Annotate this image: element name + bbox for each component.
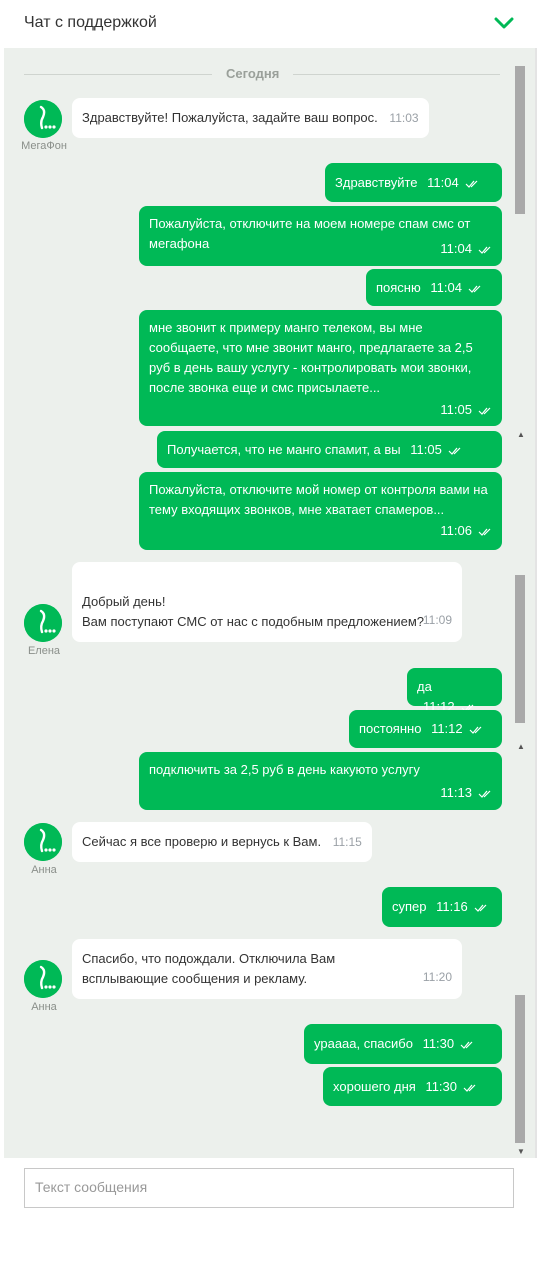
message-text: мне звонит к примеру манго телеком, вы м… bbox=[149, 320, 473, 395]
chat-title: Чат с поддержкой bbox=[24, 14, 157, 31]
message-text: постоянно bbox=[359, 721, 422, 736]
double-check-icon bbox=[478, 246, 491, 254]
double-check-icon bbox=[465, 180, 478, 188]
double-check-icon bbox=[460, 1041, 473, 1049]
message-text: Добрый день! Вам поступают СМС от нас с … bbox=[82, 594, 425, 629]
message-bubble-outgoing: да 11:12 bbox=[407, 668, 502, 714]
double-check-icon bbox=[448, 447, 461, 455]
message-bubble-outgoing: мне звонит к примеру манго телеком, вы м… bbox=[139, 310, 502, 426]
double-check-icon bbox=[478, 407, 491, 415]
message-text: Получается, что не манго спамит, а вы bbox=[167, 442, 401, 457]
message-time: 11:16 bbox=[436, 899, 468, 914]
message-text: Пожалуйста, отключите мой номер от контр… bbox=[149, 482, 488, 517]
author-name: Анна bbox=[31, 1001, 57, 1013]
support-agent-avatar-icon bbox=[24, 823, 62, 861]
message-bubble-outgoing: хорошего дня 11:30 bbox=[323, 1067, 502, 1106]
message-text: хорошего дня bbox=[333, 1079, 416, 1094]
message-text: урaaaa, спасибо bbox=[314, 1036, 413, 1051]
double-check-icon bbox=[463, 1084, 476, 1092]
message-bubble-outgoing: супер 11:16 bbox=[382, 887, 502, 927]
megafon-avatar-icon bbox=[24, 100, 62, 138]
message-input[interactable]: Текст сообщения bbox=[24, 1168, 514, 1208]
message-time: 11:13 bbox=[440, 785, 472, 800]
chat-header[interactable]: Чат с поддержкой bbox=[2, 0, 537, 48]
message-text: поясню bbox=[376, 280, 421, 295]
author-name: Елена bbox=[27, 645, 61, 657]
double-check-icon bbox=[468, 285, 481, 293]
date-divider: Сегодня bbox=[212, 66, 294, 81]
message-text: Здравствуйте bbox=[335, 175, 418, 190]
message-time: 11:05 bbox=[410, 442, 442, 457]
double-check-icon bbox=[478, 528, 491, 536]
scroll-up-arrow-icon[interactable]: ▲ bbox=[515, 742, 527, 752]
message-time: 11:06 bbox=[440, 523, 472, 538]
message-time: 11:09 bbox=[422, 613, 452, 627]
message-text: да bbox=[417, 679, 432, 694]
message-time: 11:04 bbox=[427, 175, 459, 190]
message-time: 11:20 bbox=[422, 970, 452, 984]
message-input-placeholder: Текст сообщения bbox=[35, 1179, 148, 1195]
chevron-down-icon[interactable] bbox=[493, 13, 515, 33]
message-bubble-incoming: Спасибо, что подождали. Отключила Вам вс… bbox=[72, 939, 462, 999]
message-bubble-outgoing: Пожалуйста, отключите на моем номере спа… bbox=[139, 206, 502, 266]
scroll-up-arrow-icon[interactable]: ▲ bbox=[515, 430, 527, 440]
message-bubble-outgoing: постоянно 11:12 bbox=[349, 710, 502, 748]
double-check-icon bbox=[469, 726, 482, 734]
scrollbar-thumb[interactable] bbox=[515, 575, 525, 723]
message-bubble-outgoing: Здравствуйте 11:04 bbox=[325, 163, 502, 202]
message-bubble-outgoing: Пожалуйста, отключите мой номер от контр… bbox=[139, 472, 502, 550]
support-agent-avatar-icon bbox=[24, 960, 62, 998]
composer: Текст сообщения bbox=[2, 1158, 537, 1222]
message-text: Спасибо, что подождали. Отключила Вам вс… bbox=[82, 951, 336, 986]
author-name: МегаФон bbox=[21, 140, 67, 152]
message-time: 11:04 bbox=[440, 241, 472, 256]
scroll-down-arrow-icon[interactable]: ▼ bbox=[515, 1147, 527, 1157]
message-time: 11:30 bbox=[425, 1079, 458, 1094]
message-text: подключить за 2,5 руб в день какуюто усл… bbox=[149, 762, 420, 777]
message-bubble-outgoing: Получается, что не манго спамит, а вы 11… bbox=[157, 431, 502, 468]
message-bubble-incoming: Здравствуйте! Пожалуйста, задайте ваш во… bbox=[72, 98, 429, 138]
message-text: супер bbox=[392, 899, 427, 914]
support-chat-panel: Чат с поддержкой Сегодня МегаФон Здравст… bbox=[2, 0, 537, 1222]
double-check-icon bbox=[474, 904, 487, 912]
scrollbar-thumb[interactable] bbox=[515, 995, 525, 1143]
double-check-icon bbox=[478, 790, 491, 798]
message-bubble-outgoing: поясню 11:04 bbox=[366, 269, 502, 306]
support-agent-avatar-icon bbox=[24, 604, 62, 642]
message-time: 11:30 bbox=[422, 1036, 455, 1051]
message-text: Пожалуйста, отключите на моем номере спа… bbox=[149, 216, 471, 251]
message-bubble-incoming: Добрый день! Вам поступают СМС от нас с … bbox=[72, 562, 462, 642]
message-time: 11:04 bbox=[430, 280, 462, 295]
author-name: Анна bbox=[31, 864, 57, 876]
message-time: 11:05 bbox=[440, 402, 472, 417]
message-bubble-outgoing: подключить за 2,5 руб в день какуюто усл… bbox=[139, 752, 502, 810]
message-time: 11:03 bbox=[389, 111, 419, 125]
message-bubble-outgoing: урaaaa, спасибо 11:30 bbox=[304, 1024, 502, 1064]
chat-history[interactable]: Сегодня МегаФон Здравствуйте! Пожалуйста… bbox=[4, 48, 535, 1158]
scrollbar-thumb[interactable] bbox=[515, 66, 525, 214]
message-time: 11:12 bbox=[431, 721, 463, 736]
message-text: Здравствуйте! Пожалуйста, задайте ваш во… bbox=[82, 110, 378, 125]
message-time: 11:15 bbox=[332, 835, 362, 849]
message-text: Сейчас я все проверю и вернусь к Вам. bbox=[82, 834, 322, 849]
message-bubble-incoming: Сейчас я все проверю и вернусь к Вам. 11… bbox=[72, 822, 372, 862]
